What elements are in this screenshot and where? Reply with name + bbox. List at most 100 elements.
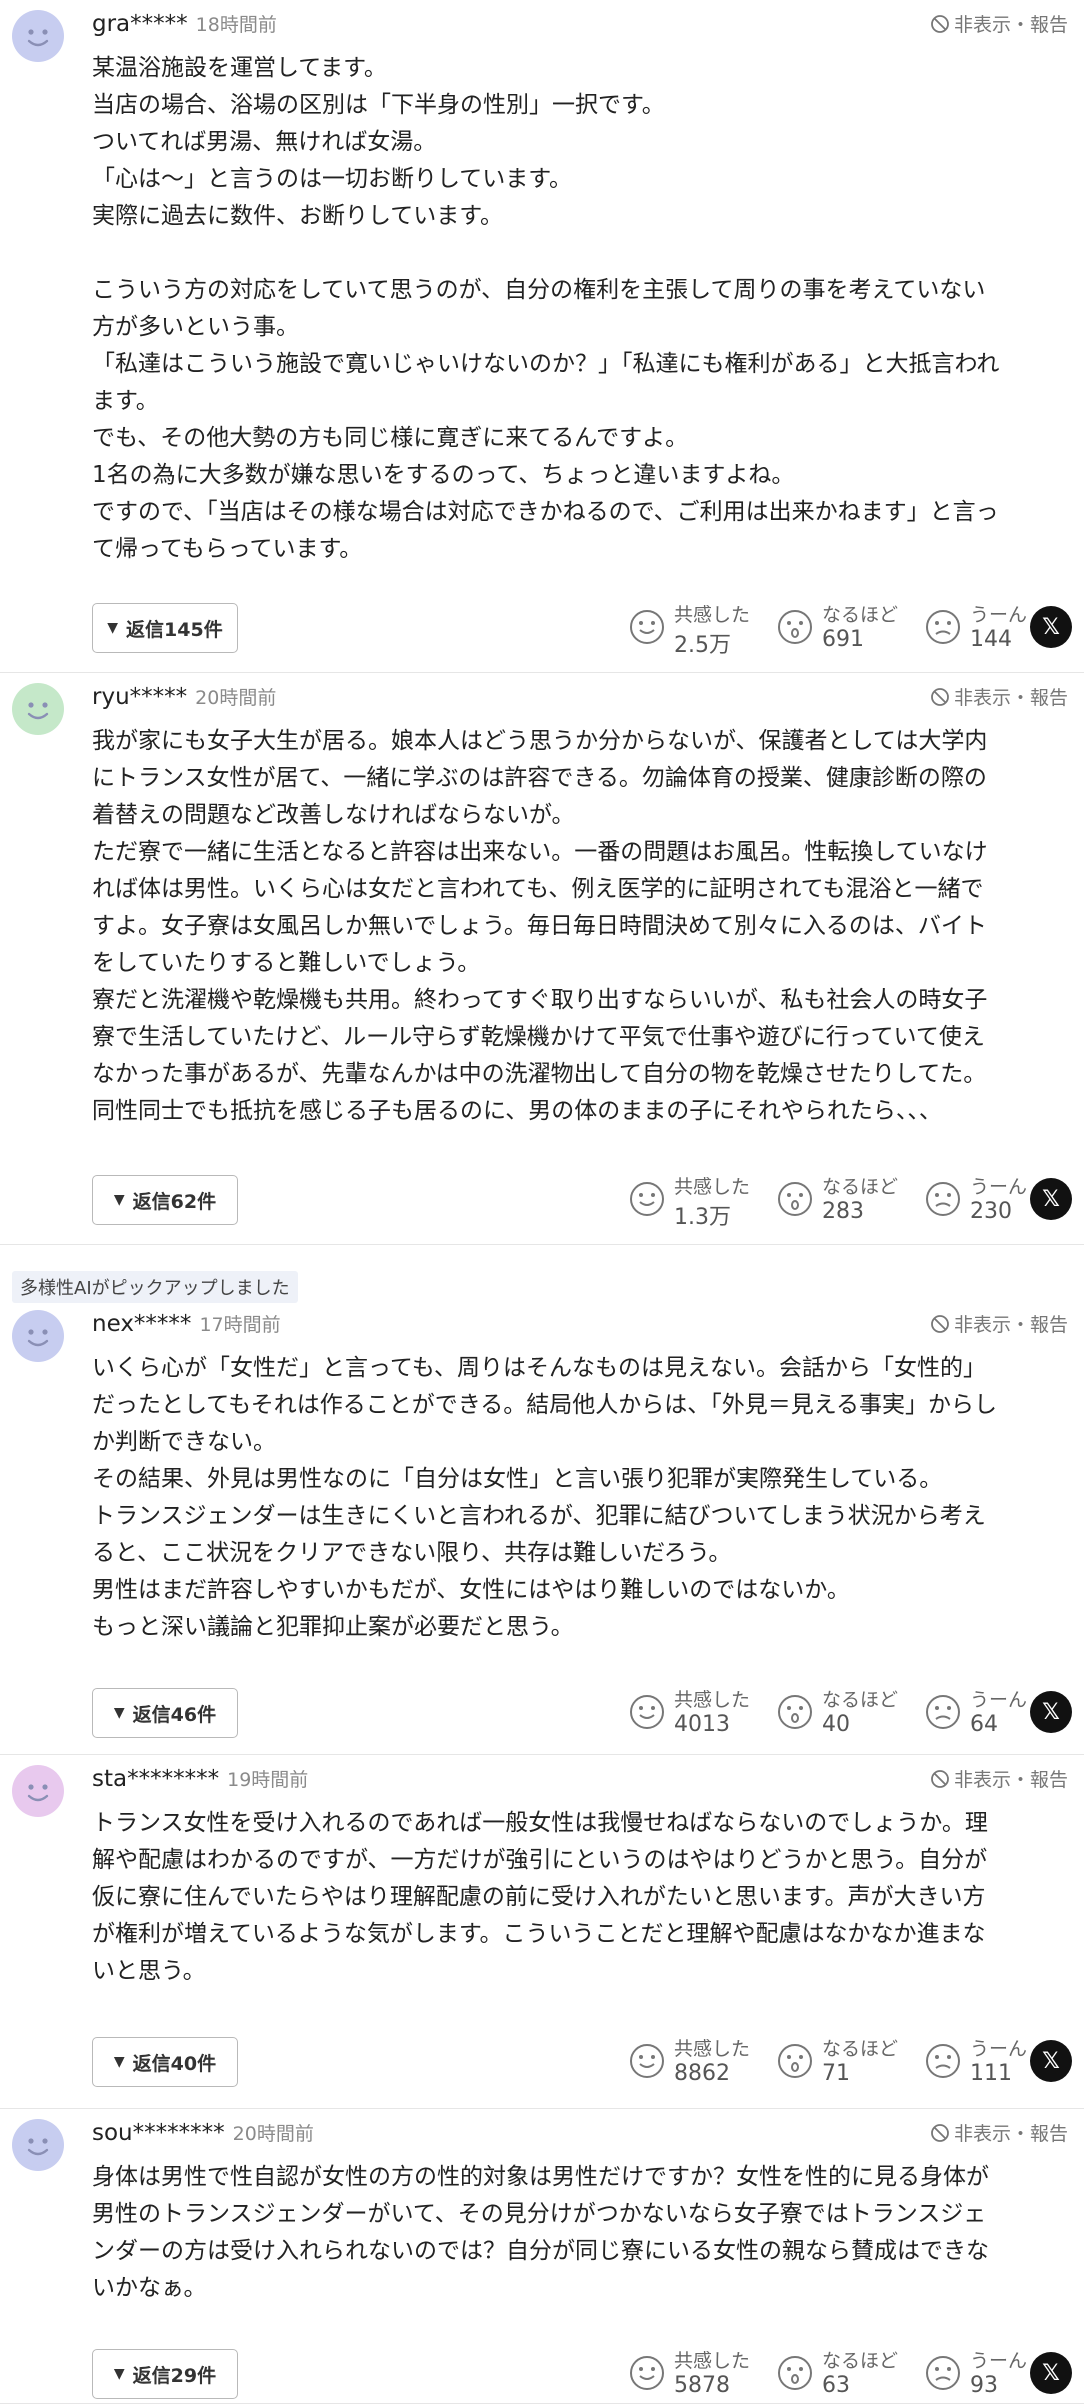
replies-label: 返信145件 <box>126 618 223 641</box>
avatar[interactable] <box>12 10 64 62</box>
reaction-label: うーん <box>970 2038 1028 2060</box>
reaction-count: 230 <box>970 1199 1012 1224</box>
smile-face-icon <box>628 1180 666 1218</box>
post-time: 17時間前 <box>199 1314 281 1336</box>
surprised-face-icon <box>776 2042 814 2080</box>
reaction-label: 共感した <box>674 1176 751 1198</box>
surprised-face-icon <box>776 1180 814 1218</box>
reaction-count: 111 <box>970 2061 1012 2086</box>
reaction-count: 63 <box>822 2373 850 2398</box>
smile-face-icon <box>628 2042 666 2080</box>
replies-button[interactable]: ▼ 返信46件 <box>92 1688 238 1738</box>
reaction-bar: 共感した 8862 なるほど 71 うーん 111 𝕏 <box>624 2034 1084 2090</box>
block-icon <box>930 14 950 34</box>
comment-item: sta******** 19時間前 非表示・報告 トランス女性を受け入れるのであ… <box>0 1755 1084 2109</box>
caret-down-icon: ▼ <box>107 620 119 636</box>
avatar[interactable] <box>12 2119 64 2171</box>
reaction-label: なるほど <box>822 2350 899 2372</box>
reaction-count: 8862 <box>674 2061 730 2086</box>
caret-down-icon: ▼ <box>113 1705 125 1721</box>
reaction-label: 共感した <box>674 604 751 626</box>
smile-face-icon <box>628 2354 666 2392</box>
reaction-label: うーん <box>970 1176 1028 1198</box>
comment-item: sou******** 20時間前 非表示・報告 身体は男性で性自認が女性の方の… <box>0 2109 1084 2404</box>
reaction-count: 1.3万 <box>674 1205 731 1230</box>
username[interactable]: gra***** <box>92 11 188 37</box>
replies-button[interactable]: ▼ 返信40件 <box>92 2037 238 2087</box>
reaction-count: 64 <box>970 1712 998 1737</box>
caret-down-icon: ▼ <box>113 1192 125 1208</box>
replies-label: 返信62件 <box>132 1190 217 1213</box>
reaction-label: なるほど <box>822 1176 899 1198</box>
x-logo-icon: 𝕏 <box>1042 1699 1060 1725</box>
reaction-count: 5878 <box>674 2373 730 2398</box>
reaction-label: なるほど <box>822 604 899 626</box>
share-x-button[interactable]: 𝕏 <box>1030 2352 1072 2394</box>
share-x-button[interactable]: 𝕏 <box>1030 2040 1072 2082</box>
avatar-circle <box>12 1765 64 1817</box>
reaction-label: うーん <box>970 604 1028 626</box>
thinking-face-icon <box>924 1693 962 1731</box>
block-icon <box>930 687 950 707</box>
comment-header: nex***** 17時間前 <box>92 1310 281 1337</box>
comment-header: gra***** 18時間前 <box>92 10 277 37</box>
surprised-face-icon <box>776 608 814 646</box>
reaction-label: 共感した <box>674 1689 751 1711</box>
hide-report-button[interactable]: 非表示・報告 <box>930 1310 1068 1337</box>
comment-header: sou******** 20時間前 <box>92 2119 314 2146</box>
reaction-count: 283 <box>822 1199 864 1224</box>
hide-report-button[interactable]: 非表示・報告 <box>930 10 1068 37</box>
share-x-button[interactable]: 𝕏 <box>1030 1178 1072 1220</box>
x-logo-icon: 𝕏 <box>1042 2048 1060 2074</box>
avatar-circle <box>12 10 64 62</box>
block-icon <box>930 2123 950 2143</box>
smile-face-icon <box>628 1693 666 1731</box>
avatar[interactable] <box>12 683 64 735</box>
comment-text: 我が家にも女子大生が居る。娘本人はどう思うか分からないが、保護者としては大学内 … <box>92 728 988 1124</box>
replies-button[interactable]: ▼ 返信29件 <box>92 2349 238 2399</box>
x-logo-icon: 𝕏 <box>1042 2360 1060 2386</box>
hide-report-button[interactable]: 非表示・報告 <box>930 2119 1068 2146</box>
comment-item: nex***** 17時間前 非表示・報告 いくら心が「女性だ」と言っても、周り… <box>0 1300 1084 1755</box>
comment-header: sta******** 19時間前 <box>92 1765 308 1792</box>
hide-report-label: 非表示・報告 <box>953 2123 1068 2145</box>
x-logo-icon: 𝕏 <box>1042 614 1060 640</box>
block-icon <box>930 1769 950 1789</box>
thinking-face-icon <box>924 608 962 646</box>
comment-text: 某温浴施設を運営してます。 当店の場合、浴場の区別は「下半身の性別」一択です。 … <box>92 55 1000 562</box>
reaction-count: 4013 <box>674 1712 730 1737</box>
caret-down-icon: ▼ <box>113 2366 125 2382</box>
reaction-count: 691 <box>822 627 864 652</box>
hide-report-button[interactable]: 非表示・報告 <box>930 683 1068 710</box>
reaction-count: 40 <box>822 1712 850 1737</box>
reaction-label: うーん <box>970 2350 1028 2372</box>
post-time: 18時間前 <box>195 14 277 36</box>
hide-report-button[interactable]: 非表示・報告 <box>930 1765 1068 1792</box>
x-logo-icon: 𝕏 <box>1042 1186 1060 1212</box>
replies-button[interactable]: ▼ 返信62件 <box>92 1175 238 1225</box>
share-x-button[interactable]: 𝕏 <box>1030 606 1072 648</box>
smile-face-icon <box>628 608 666 646</box>
avatar[interactable] <box>12 1310 64 1362</box>
hide-report-label: 非表示・報告 <box>953 687 1068 709</box>
post-time: 19時間前 <box>227 1769 309 1791</box>
surprised-face-icon <box>776 1693 814 1731</box>
comment-text: いくら心が「女性だ」と言っても、周りはそんなものは見えない。会話から「女性的」 … <box>92 1355 998 1640</box>
reaction-label: うーん <box>970 1689 1028 1711</box>
reaction-count: 71 <box>822 2061 850 2086</box>
username[interactable]: sou******** <box>92 2120 225 2146</box>
username[interactable]: sta******** <box>92 1766 219 1792</box>
avatar-circle <box>12 683 64 735</box>
reaction-label: なるほど <box>822 2038 899 2060</box>
comment-item: ryu***** 20時間前 非表示・報告 我が家にも女子大生が居る。娘本人はど… <box>0 673 1084 1245</box>
username[interactable]: nex***** <box>92 1311 191 1337</box>
replies-label: 返信40件 <box>132 2052 217 2075</box>
avatar[interactable] <box>12 1765 64 1817</box>
ai-pickup-badge: 多様性AIがピックアップしました <box>12 1271 298 1303</box>
share-x-button[interactable]: 𝕏 <box>1030 1691 1072 1733</box>
replies-button[interactable]: ▼ 返信145件 <box>92 603 238 653</box>
reaction-bar: 共感した 1.3万 なるほど 283 うーん 230 𝕏 <box>624 1172 1084 1230</box>
username[interactable]: ryu***** <box>92 684 187 710</box>
reaction-label: 共感した <box>674 2350 751 2372</box>
reaction-bar: 共感した 2.5万 なるほど 691 うーん 144 𝕏 <box>624 600 1084 658</box>
